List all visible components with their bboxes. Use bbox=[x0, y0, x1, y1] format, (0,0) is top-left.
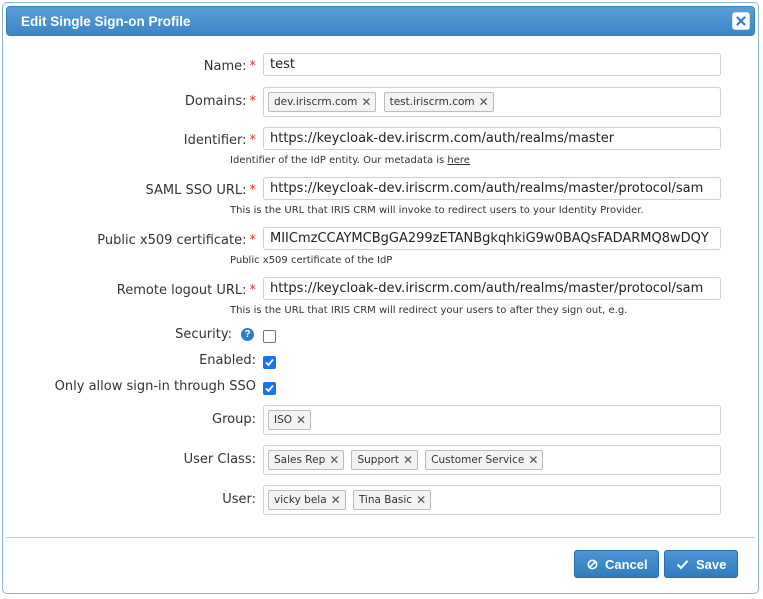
save-button[interactable]: Save bbox=[664, 550, 738, 578]
x-icon[interactable]: ✕ bbox=[479, 93, 489, 111]
saml-sso-url-label: SAML SSO URL: * bbox=[145, 183, 256, 198]
domains-label: Domains: * bbox=[184, 94, 256, 109]
group-label: Group: bbox=[212, 412, 256, 427]
identifier-hint: Identifier of the IdP entity. Our metada… bbox=[230, 155, 470, 166]
help-circle-icon[interactable]: ? bbox=[241, 328, 254, 341]
cancel-circle-icon bbox=[587, 559, 598, 570]
enabled-label: Enabled: bbox=[199, 353, 256, 368]
dialog-title: Edit Single Sign-on Profile bbox=[21, 14, 191, 29]
security-checkbox[interactable] bbox=[263, 330, 276, 343]
security-label: Security: bbox=[175, 327, 232, 342]
saml-sso-url-hint: This is the URL that IRIS CRM will invok… bbox=[230, 205, 644, 216]
check-icon bbox=[265, 358, 274, 367]
name-label: Name: * bbox=[203, 59, 256, 74]
user-class-tag: Support ✕ bbox=[351, 450, 419, 470]
metadata-link[interactable]: here bbox=[447, 155, 470, 166]
user-input[interactable]: vicky bela ✕ Tina Basic ✕ bbox=[263, 485, 721, 515]
user-class-input[interactable]: Sales Rep ✕ Support ✕ Customer Service ✕ bbox=[263, 445, 721, 475]
group-input[interactable]: ISO ✕ bbox=[263, 405, 721, 435]
user-class-label: User Class: bbox=[183, 452, 256, 467]
check-icon bbox=[676, 560, 689, 570]
save-label: Save bbox=[696, 557, 727, 572]
sso-only-label: Only allow sign-in through SSO bbox=[54, 379, 256, 394]
identifier-input[interactable]: https://keycloak-dev.iriscrm.com/auth/re… bbox=[263, 127, 721, 150]
check-icon bbox=[265, 384, 274, 393]
name-input[interactable]: test bbox=[263, 53, 721, 76]
domain-tag: dev.iriscrm.com ✕ bbox=[268, 92, 377, 112]
x-icon[interactable]: ✕ bbox=[528, 451, 538, 469]
saml-sso-url-input[interactable]: https://keycloak-dev.iriscrm.com/auth/re… bbox=[263, 177, 721, 200]
group-tag: ISO ✕ bbox=[268, 410, 312, 430]
x-icon[interactable]: ✕ bbox=[361, 93, 371, 111]
cancel-button[interactable]: Cancel bbox=[574, 550, 659, 578]
certificate-hint: Public x509 certificate of the IdP bbox=[230, 255, 393, 266]
domains-input[interactable]: dev.iriscrm.com ✕ test.iriscrm.com ✕ bbox=[263, 87, 721, 117]
sso-profile-dialog: Edit Single Sign-on Profile Name: * test … bbox=[2, 2, 759, 594]
user-class-tag: Customer Service ✕ bbox=[425, 450, 544, 470]
close-button[interactable] bbox=[732, 12, 750, 30]
x-icon[interactable]: ✕ bbox=[403, 451, 413, 469]
remote-logout-url-hint: This is the URL that IRIS CRM will redir… bbox=[230, 305, 628, 316]
identifier-label: Identifier: * bbox=[183, 133, 256, 148]
user-class-tag: Sales Rep ✕ bbox=[268, 450, 345, 470]
dialog-titlebar: Edit Single Sign-on Profile bbox=[6, 6, 755, 36]
enabled-checkbox[interactable] bbox=[263, 356, 276, 369]
domain-tag: test.iriscrm.com ✕ bbox=[383, 92, 494, 112]
user-tag: vicky bela ✕ bbox=[268, 490, 346, 510]
remote-logout-url-label: Remote logout URL: * bbox=[116, 283, 256, 298]
x-icon[interactable]: ✕ bbox=[416, 491, 426, 509]
certificate-label: Public x509 certificate: * bbox=[97, 233, 256, 248]
user-tag: Tina Basic ✕ bbox=[352, 490, 432, 510]
certificate-input[interactable]: MIICmzCCAYMCBgGA299zETANBgkqhkiG9w0BAQsF… bbox=[263, 227, 721, 250]
x-icon[interactable]: ✕ bbox=[329, 451, 339, 469]
user-label: User: bbox=[222, 492, 256, 507]
x-icon[interactable]: ✕ bbox=[331, 491, 341, 509]
remote-logout-url-input[interactable]: https://keycloak-dev.iriscrm.com/auth/re… bbox=[263, 277, 721, 300]
close-icon bbox=[736, 16, 746, 26]
sso-only-checkbox[interactable] bbox=[263, 382, 276, 395]
cancel-label: Cancel bbox=[605, 557, 648, 572]
x-icon[interactable]: ✕ bbox=[296, 411, 306, 429]
footer-divider bbox=[6, 537, 755, 538]
